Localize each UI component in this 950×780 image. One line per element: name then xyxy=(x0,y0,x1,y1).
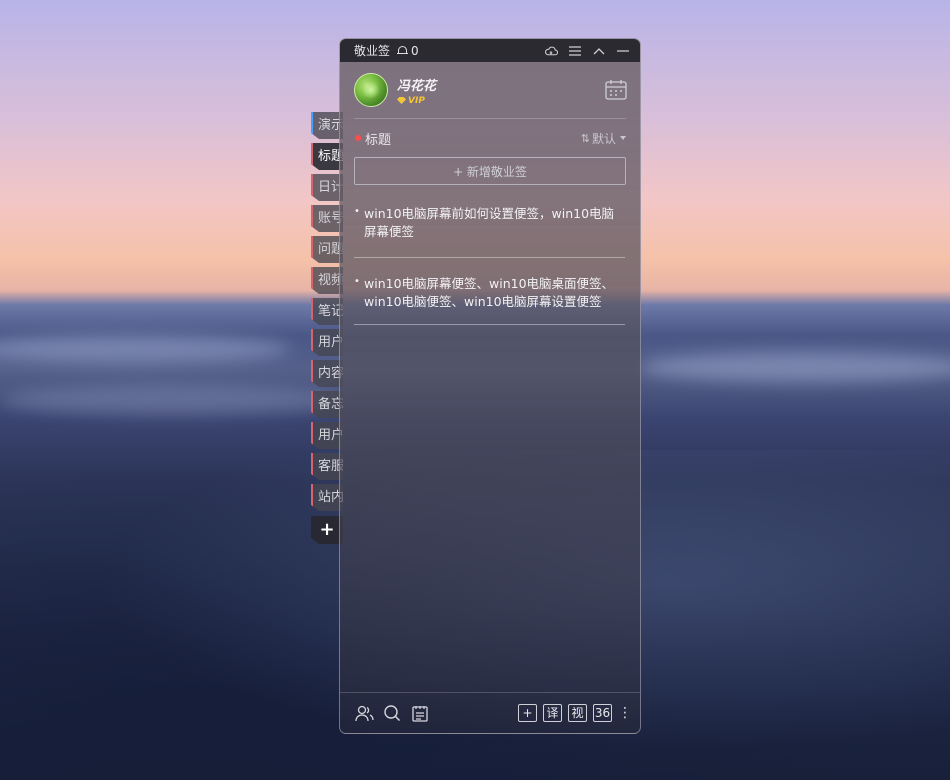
notes-list-icon[interactable] xyxy=(410,703,430,723)
chevron-down-icon xyxy=(620,136,626,140)
bullet: • xyxy=(354,206,360,217)
more-options-icon[interactable]: ⋮ xyxy=(618,704,632,722)
notes-panel: 敬业签 0 冯花花 VIP 标题 ⇅ 默认 + 新增敬业签 • win10电脑屏… xyxy=(339,38,641,734)
avatar[interactable] xyxy=(354,73,388,107)
diamond-icon xyxy=(397,97,406,104)
note-item[interactable]: • win10电脑屏幕便签、win10电脑桌面便签、win10电脑便签、win1… xyxy=(354,275,625,327)
add-note-button[interactable]: + 新增敬业签 xyxy=(354,157,626,185)
cloud-sync-icon[interactable] xyxy=(544,44,558,58)
menu-icon[interactable] xyxy=(568,44,582,58)
user-info: 冯花花 VIP xyxy=(397,75,436,106)
minimize-icon[interactable] xyxy=(616,44,630,58)
sort-dropdown[interactable]: ⇅ 默认 xyxy=(581,130,626,147)
note-divider xyxy=(354,324,625,325)
notification-count: 0 xyxy=(411,43,419,58)
fog-layer xyxy=(0,385,340,415)
sort-label: 默认 xyxy=(591,131,616,146)
note-text: win10电脑屏幕便签、win10电脑桌面便签、win10电脑便签、win10电… xyxy=(364,276,615,309)
contacts-icon[interactable] xyxy=(354,703,374,723)
note-text: win10电脑屏幕前如何设置便签，win10电脑屏幕便签 xyxy=(364,206,615,239)
fog-layer xyxy=(0,335,290,363)
count-button[interactable]: 36 xyxy=(593,704,612,722)
note-item[interactable]: • win10电脑屏幕前如何设置便签，win10电脑屏幕便签 xyxy=(354,205,625,257)
collapse-up-icon[interactable] xyxy=(592,44,606,58)
note-divider xyxy=(354,257,625,258)
search-icon[interactable] xyxy=(382,703,402,723)
bottom-toolbar: + 译 视 36 ⋮ xyxy=(340,692,640,733)
bell-icon[interactable] xyxy=(397,45,409,57)
notes-list: • win10电脑屏幕前如何设置便签，win10电脑屏幕便签 • win10电脑… xyxy=(340,185,640,325)
section-title: 标题 xyxy=(365,132,392,148)
user-header: 冯花花 VIP xyxy=(340,62,640,118)
user-name: 冯花花 xyxy=(397,78,437,94)
translate-button[interactable]: 译 xyxy=(543,704,562,722)
vip-label: VIP xyxy=(408,95,425,106)
app-name: 敬业签 xyxy=(354,44,391,58)
view-button[interactable]: 视 xyxy=(568,704,587,722)
category-dot xyxy=(355,135,361,141)
bullet: • xyxy=(354,276,360,287)
fog-layer xyxy=(640,352,950,382)
vip-badge: VIP xyxy=(397,96,436,106)
calendar-icon[interactable] xyxy=(605,79,627,101)
add-button[interactable]: + xyxy=(518,704,537,722)
section-header: 标题 ⇅ 默认 xyxy=(340,119,640,157)
title-bar[interactable]: 敬业签 0 xyxy=(340,39,640,62)
sort-icon: ⇅ xyxy=(580,131,590,145)
